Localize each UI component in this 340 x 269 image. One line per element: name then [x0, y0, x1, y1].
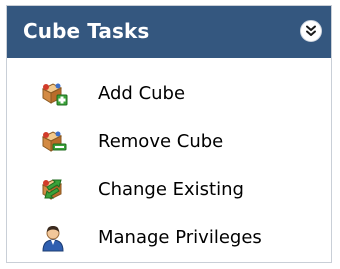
task-label: Remove Cube: [98, 131, 224, 152]
task-manage-privileges[interactable]: Manage Privileges: [7, 215, 331, 259]
remove-cube-icon: [37, 125, 69, 157]
task-label: Change Existing: [98, 179, 244, 200]
cube-tasks-panel: Cube Tasks Add Cube Remove Cube Change E…: [6, 5, 332, 263]
task-label: Add Cube: [98, 83, 186, 104]
collapse-button[interactable]: [300, 20, 322, 42]
task-remove-cube[interactable]: Remove Cube: [7, 119, 331, 163]
panel-title: Cube Tasks: [23, 19, 150, 43]
task-change-existing[interactable]: Change Existing: [7, 167, 331, 211]
task-label: Manage Privileges: [98, 227, 262, 248]
change-existing-icon: [37, 173, 69, 205]
panel-header[interactable]: Cube Tasks: [7, 6, 331, 58]
user-privileges-icon: [37, 221, 69, 253]
add-cube-icon: [37, 77, 69, 109]
chevron-double-down-icon: [306, 25, 316, 36]
task-add-cube[interactable]: Add Cube: [7, 71, 331, 115]
